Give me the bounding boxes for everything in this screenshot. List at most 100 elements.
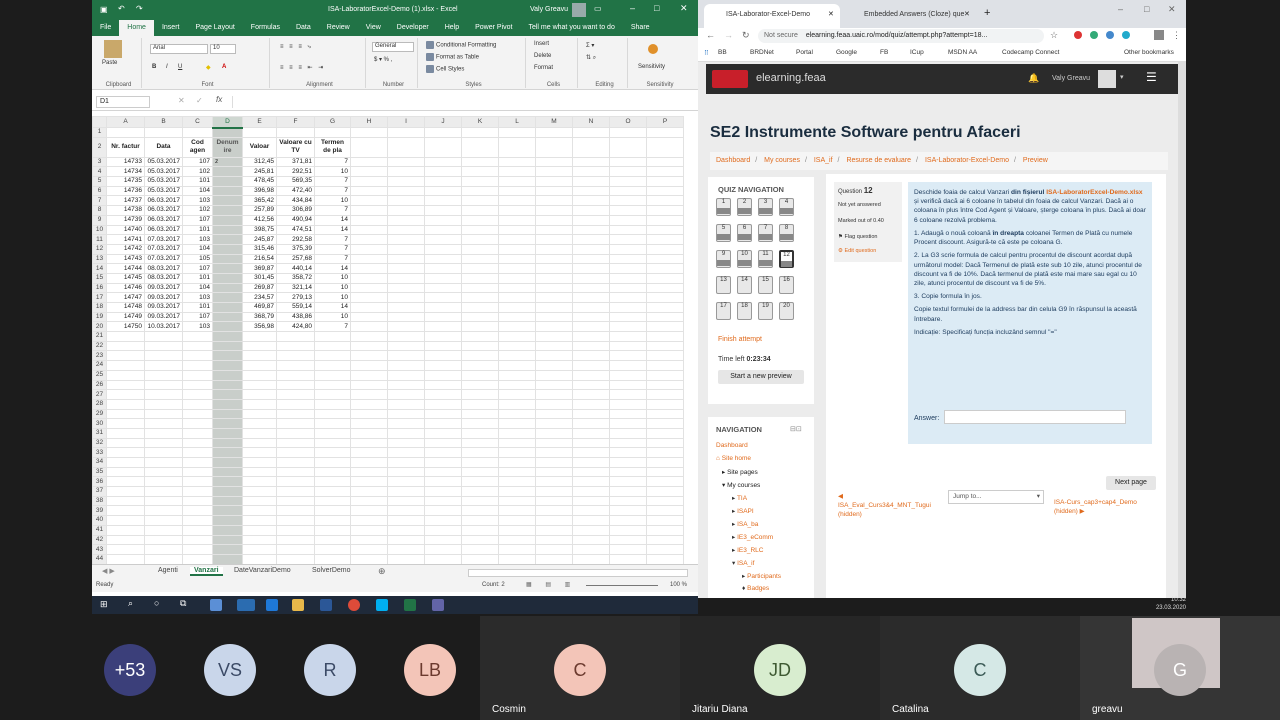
cell[interactable] [646, 282, 684, 294]
data-cell[interactable]: 06.03.2017 [144, 224, 183, 236]
cell[interactable] [609, 340, 647, 352]
autosum-icon[interactable]: Σ ▾ [586, 42, 594, 49]
cell[interactable] [387, 234, 425, 245]
cell[interactable] [242, 534, 277, 546]
cell[interactable] [387, 534, 425, 546]
row-header[interactable]: 16 [92, 282, 107, 294]
cell[interactable] [424, 398, 462, 410]
cell[interactable] [535, 476, 573, 488]
column-header[interactable]: E [242, 116, 277, 128]
cell[interactable] [182, 437, 213, 449]
cell[interactable] [646, 263, 684, 274]
column-title-cell[interactable]: Nr. factur [106, 136, 145, 158]
cell[interactable] [212, 495, 243, 507]
sort-filter-icon[interactable]: ⇅ ⌕ [586, 54, 596, 62]
cell[interactable] [212, 524, 243, 536]
row-header[interactable]: 41 [92, 524, 107, 536]
reload-icon[interactable]: ↻ [742, 30, 750, 41]
save-icon[interactable]: ▣ [100, 5, 108, 14]
cell[interactable] [646, 272, 684, 284]
cell[interactable] [572, 340, 610, 352]
cell[interactable] [106, 437, 145, 449]
cell[interactable] [609, 214, 647, 226]
data-cell[interactable]: 369,87 [242, 263, 277, 274]
cell[interactable] [387, 369, 425, 381]
cell[interactable] [572, 505, 610, 517]
cell[interactable] [424, 214, 462, 226]
cell[interactable] [609, 243, 647, 255]
view-buttons[interactable]: ▦ ▤ ▥ [526, 581, 576, 588]
data-cell[interactable]: 14739 [106, 214, 145, 226]
cell[interactable] [572, 389, 610, 400]
row-header[interactable]: 39 [92, 505, 107, 517]
column-title-cell[interactable]: Valoar [242, 136, 277, 158]
question-button[interactable]: 12 [779, 250, 794, 268]
data-cell[interactable]: 104 [182, 282, 213, 294]
previous-activity-link[interactable]: ◀ ISA_Eval_Curs3&4_MNT_Tugui (hidden) [838, 492, 936, 519]
bookmark-google[interactable]: Google [836, 49, 857, 56]
cell[interactable] [182, 379, 213, 391]
cell[interactable] [535, 418, 573, 429]
cell[interactable] [350, 379, 388, 391]
data-cell[interactable]: 08.03.2017 [144, 263, 183, 274]
cell[interactable] [144, 447, 183, 458]
column-header[interactable]: O [609, 116, 647, 128]
cell[interactable] [242, 360, 277, 371]
cell[interactable] [535, 302, 573, 313]
cell[interactable] [535, 205, 573, 216]
cell[interactable] [387, 447, 425, 458]
cell[interactable] [106, 505, 145, 517]
data-cell[interactable]: 14740 [106, 224, 145, 236]
cell[interactable] [609, 505, 647, 517]
cell[interactable] [350, 340, 388, 352]
new-tab-icon[interactable]: + [984, 7, 990, 19]
breadcrumb-dashboard[interactable]: Dashboard [716, 152, 750, 170]
conditional-formatting-button[interactable]: Conditional Formatting [426, 41, 496, 49]
cell[interactable] [276, 505, 315, 517]
close-icon[interactable]: ✕ [1168, 4, 1176, 15]
cell[interactable] [144, 553, 183, 564]
data-cell[interactable]: 7 [314, 321, 351, 333]
cell[interactable] [535, 360, 573, 371]
cell[interactable] [461, 553, 499, 564]
cell[interactable] [646, 331, 684, 342]
cell[interactable] [646, 185, 684, 197]
data-cell[interactable]: 440,14 [276, 263, 315, 274]
cell[interactable] [646, 524, 684, 536]
cell[interactable] [276, 495, 315, 507]
cell[interactable] [461, 282, 499, 294]
cell[interactable] [646, 214, 684, 226]
hamburger-menu-icon[interactable]: ☰ [1146, 70, 1157, 84]
data-cell[interactable]: 14734 [106, 166, 145, 178]
cell[interactable] [387, 156, 425, 168]
cell[interactable] [276, 398, 315, 410]
undo-icon[interactable]: ↶ [118, 4, 125, 13]
cell[interactable] [572, 408, 610, 420]
menu-icon[interactable]: ⋮ [1172, 30, 1181, 41]
nav-course-ie3-rlc[interactable]: ▸ IE3_RLC [732, 546, 763, 554]
data-cell[interactable]: 14742 [106, 243, 145, 255]
cell[interactable] [387, 302, 425, 313]
data-cell[interactable]: 434,84 [276, 195, 315, 207]
cell[interactable] [242, 127, 277, 138]
cell[interactable] [350, 515, 388, 526]
tab-file[interactable]: File [92, 20, 119, 36]
nav-site-pages[interactable]: ▸ Site pages [722, 468, 758, 476]
cell[interactable] [242, 389, 277, 400]
cell[interactable] [182, 418, 213, 429]
cell[interactable] [182, 350, 213, 362]
cell[interactable] [387, 263, 425, 274]
cell[interactable] [106, 466, 145, 478]
cell[interactable] [646, 205, 684, 216]
question-button[interactable]: 1 [716, 198, 731, 216]
browser-tab[interactable]: Embedded Answers (Cloze) que [842, 4, 966, 28]
cell[interactable] [276, 408, 315, 420]
cell[interactable] [144, 340, 183, 352]
data-cell[interactable]: 10 [314, 272, 351, 284]
cell[interactable] [276, 127, 315, 138]
data-cell[interactable]: 306,89 [276, 205, 315, 216]
data-cell[interactable]: 7 [314, 243, 351, 255]
cell[interactable] [242, 544, 277, 555]
cell[interactable] [424, 234, 462, 245]
cell[interactable] [314, 340, 351, 352]
